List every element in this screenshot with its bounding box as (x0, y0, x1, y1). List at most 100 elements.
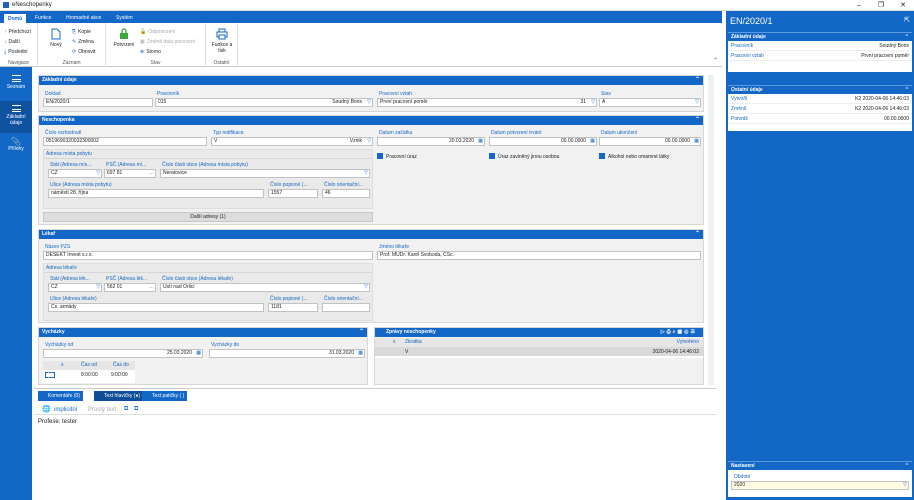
tab-text-paticky[interactable]: Text patičky ( ) (142, 391, 188, 401)
calendar-icon[interactable]: ▦ (196, 350, 201, 357)
typ-notifikace-field[interactable]: V Vznik ▽ (211, 137, 373, 146)
dropdown-icon[interactable]: ▽ (96, 170, 100, 177)
section-neschopenka: Neschopenka ⌃ Číslo rozhodnutí 0519690320… (38, 115, 704, 225)
edit-button[interactable]: ✎ Změna (72, 38, 94, 46)
psc-field[interactable]: 697 81… (104, 169, 156, 178)
dropdown-icon[interactable]: ▽ (364, 284, 368, 291)
collapse-icon[interactable]: ⌃ (695, 76, 700, 85)
nav-seznam[interactable]: Seznam (0, 71, 32, 101)
cast-obce-field[interactable]: Neratovice ▽ (160, 169, 370, 178)
collapse-icon[interactable]: ⌃ (695, 230, 700, 239)
alkohol-checkbox[interactable]: Alkohol nebo omamné látky (599, 153, 669, 160)
popout-icon[interactable]: ⇱ (904, 11, 910, 31)
cislo-popisne-field[interactable]: 1181 (268, 303, 318, 312)
nazev-pzs-field[interactable]: DESEKT Invest s.r.o. (43, 251, 373, 260)
functions-print-button[interactable]: Funkce a tisk (208, 28, 236, 54)
change-confirm-date-button[interactable]: ▦ Změnit data potvrzení (140, 38, 195, 46)
cislo-orientacni-field[interactable]: 46 (322, 189, 370, 198)
table-row[interactable]: 8:00:00 9:00:00 (43, 370, 135, 380)
stat-field[interactable]: CZ ▽ (48, 169, 102, 178)
tab-domu[interactable]: Domů (3, 13, 28, 23)
label-jmeno-lekare: Jméno lékaře (379, 244, 410, 250)
pracovnik-field[interactable]: 015 Soudný Boris ▽ (155, 98, 373, 107)
maximize-icon[interactable]: ❐ (870, 0, 892, 11)
stat-field[interactable]: CZ ▽ (48, 283, 102, 292)
collapse-icon[interactable]: ⌃ (905, 462, 909, 471)
nav-prilohy[interactable]: 📎 Přílohy (0, 133, 32, 163)
dropdown-icon[interactable]: ▽ (903, 482, 907, 489)
minimize-icon[interactable]: – (848, 0, 870, 11)
calendar-icon[interactable]: ▦ (478, 138, 483, 145)
label-cislo-orientacni: Číslo orientační... (324, 296, 363, 302)
pracovni-uraz-checkbox[interactable]: Pracovní úraz (377, 153, 417, 160)
cislo-popisne-field[interactable]: 1557 (268, 189, 318, 198)
dropdown-icon[interactable]: ▽ (695, 99, 699, 106)
language-implicit-button[interactable]: implicitní (54, 407, 77, 413)
datum-ukonceni-field[interactable]: 00.00.0000 ▦ (599, 137, 701, 146)
nav-zakladni-udaje[interactable]: Základní údaje (0, 101, 32, 133)
section-header: Základní údaje ⌃ (39, 76, 703, 85)
refresh-button[interactable]: ⟳ Obnovit (72, 48, 95, 56)
main-scrollbar[interactable] (708, 75, 714, 385)
unconfirm-button[interactable]: 🔓 Odpotvrzení (140, 28, 175, 36)
tab-system[interactable]: Systém (112, 13, 137, 23)
plain-text-button[interactable]: Prostý text (88, 407, 116, 413)
ulice-field[interactable]: náměstí 28. října (48, 189, 264, 198)
tab-funkce[interactable]: Funkce (31, 13, 55, 23)
table-row[interactable]: V 2020-04-06 14:46:02 (375, 347, 703, 356)
vychazky-do-field[interactable]: 31.03.2020 ▦ (209, 349, 365, 358)
doklad-field[interactable]: EN/2020/1 (43, 98, 153, 107)
previous-button[interactable]: ↑ Předchozí (4, 28, 31, 36)
right-panel: EN/2020/1 ⇱ Základní údaje ⌃ Pracovník Soud… (726, 11, 914, 500)
tab-text-hlavicky[interactable]: Text hlavičky (●) (94, 391, 144, 401)
dropdown-icon[interactable]: ▽ (367, 138, 371, 145)
tab-komentare[interactable]: Komentáře (0) (38, 391, 83, 401)
paste-text-icon[interactable]: ⧉ (134, 406, 138, 413)
label-cast-obce: Číslo části obce (Adresa místa pobytu) (162, 162, 248, 168)
dropdown-icon[interactable]: ▽ (364, 170, 368, 177)
calendar-icon[interactable]: ▦ (358, 350, 363, 357)
col-cas-od: Čas od (81, 362, 97, 368)
header-text-editor[interactable]: Profese: tester (38, 419, 708, 497)
last-button[interactable]: ⤓ Poslední (4, 48, 28, 56)
more-icon[interactable]: … (149, 284, 154, 291)
copy-text-icon[interactable]: ⧉ (124, 406, 128, 413)
cislo-orientacni-field[interactable] (322, 303, 370, 312)
more-icon[interactable]: … (149, 170, 154, 177)
title-bar: eNeschopenky – ❐ ✕ (0, 0, 914, 11)
collapse-icon[interactable]: ⌃ (695, 116, 700, 125)
calendar-icon[interactable]: ▦ (694, 138, 699, 145)
dropdown-icon[interactable]: ▽ (367, 99, 371, 106)
new-document-icon (51, 28, 61, 40)
confirm-button[interactable]: Potvrzení (110, 28, 138, 48)
dropdown-icon[interactable]: ▽ (591, 99, 595, 106)
calendar-icon[interactable]: ▦ (590, 138, 595, 145)
jmeno-lekare-field[interactable]: Prof. MUDr. Karel Svoboda, CSc. (377, 251, 701, 260)
calendar-icon: ▦ (140, 39, 145, 45)
tab-hromadne-akce[interactable]: Hromadné akce (62, 13, 105, 23)
dalsi-adresy-button[interactable]: Další adresy (1) (43, 212, 373, 222)
uraz-jinou-osobou-checkbox[interactable]: Úraz zaviněný jinou osobou (489, 153, 559, 160)
storno-button[interactable]: ⊗ Storno (140, 48, 161, 56)
datum-potvrzeni-field[interactable]: 00.00.0000 ▦ (489, 137, 597, 146)
grid-toolbar-icons[interactable]: ▷⎙⌕▦◎☰ (661, 328, 697, 337)
ulice-field[interactable]: Čs. armády (48, 303, 264, 312)
copy-button[interactable]: ⎘ Kopie (72, 28, 91, 36)
vychazky-od-field[interactable]: 25.03.2020 ▦ (43, 349, 203, 358)
dropdown-icon[interactable]: ▽ (96, 284, 100, 291)
collapse-ribbon-icon[interactable]: ⌃ (713, 57, 718, 64)
collapse-icon[interactable]: ⌃ (359, 328, 364, 337)
cast-obce-field[interactable]: Ústí nad Orlicí ▽ (160, 283, 370, 292)
close-icon[interactable]: ✕ (892, 0, 914, 11)
new-button[interactable]: Nový (46, 28, 66, 48)
obdobi-field[interactable]: 2020 ▽ (731, 481, 909, 490)
cislo-rozhodnuti-field[interactable]: 0519690320032300002 (43, 137, 207, 146)
psc-field[interactable]: 562 01… (104, 283, 156, 292)
next-button[interactable]: ↓ Další (4, 38, 20, 46)
datum-zacatku-field[interactable]: 20.03.2020 ▦ (377, 137, 485, 146)
row-selector[interactable] (45, 372, 55, 378)
globe-icon[interactable]: 🌐 (42, 405, 51, 413)
stav-field[interactable]: A ▽ (599, 98, 701, 107)
pracovni-vztah-field[interactable]: První pracovní poměr 31 ▽ (377, 98, 597, 107)
col-cas-do: Čas do (113, 362, 129, 368)
